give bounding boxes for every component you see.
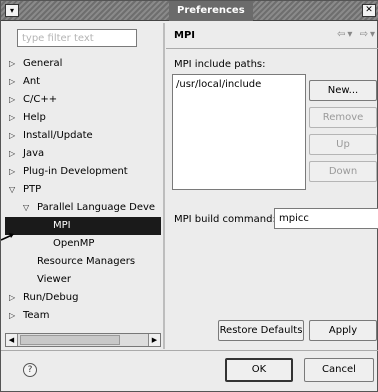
tree-item-team[interactable]: ▷ Team (9, 307, 49, 325)
tree-item-mpi[interactable]: MPI (5, 217, 161, 235)
expand-arrow-icon[interactable]: ▷ (9, 289, 23, 307)
tree-item-label: Resource Managers (37, 256, 136, 267)
page-title: MPI (174, 30, 196, 41)
pointer-arrow-icon (1, 233, 14, 241)
tree-item-label: General (23, 58, 63, 69)
tree-item-label: OpenMP (53, 238, 95, 249)
include-paths-label: MPI include paths: (174, 59, 266, 70)
page-header: MPI ⇦▾ ⇨▾ (166, 23, 378, 49)
window-title: Preferences (169, 1, 253, 21)
tree-item-label: Run/Debug (23, 292, 79, 303)
title-bar[interactable]: ▾ Preferences ✕ (1, 1, 378, 21)
footer-divider (1, 350, 378, 351)
preference-tree-panel: ▷General▷Ant▷C/C++▷Help▷Install/Update▷J… (5, 25, 161, 347)
help-icon[interactable]: ? (23, 363, 37, 377)
expand-arrow-icon[interactable]: ▷ (9, 307, 23, 325)
expand-arrow-icon[interactable]: ▷ (9, 91, 23, 109)
tree-item-label: C/C++ (23, 94, 58, 105)
preferences-window: ▾ Preferences ✕ ▷General▷Ant▷C/C++▷Help▷… (0, 0, 378, 392)
restore-defaults-button[interactable]: Restore Defaults (218, 320, 304, 341)
expand-arrow-icon[interactable]: ▷ (9, 73, 23, 91)
tree-item-label: Parallel Language Deve (37, 202, 156, 213)
tree-item-ant[interactable]: ▷ Ant (9, 73, 40, 91)
tree-item-label: Install/Update (23, 130, 93, 141)
expand-arrow-icon[interactable]: ▷ (9, 55, 23, 73)
tree-item-label: Java (23, 148, 45, 159)
build-command-label: MPI build command: (174, 214, 276, 225)
tree-item-parallel-language-deve[interactable]: ▽ Parallel Language Deve (23, 199, 155, 217)
expand-arrow-icon[interactable]: ▷ (9, 163, 23, 181)
apply-button[interactable]: Apply (309, 320, 377, 341)
tree-item-label: Team (23, 310, 50, 321)
remove-button[interactable]: Remove (309, 107, 377, 128)
tree-item-openmp[interactable]: OpenMP (39, 235, 94, 253)
back-forward-nav-icon[interactable]: ⇦▾ ⇨▾ (337, 29, 377, 40)
tree-item-ptp[interactable]: ▽ PTP (9, 181, 41, 199)
expand-arrow-icon[interactable]: ▷ (9, 145, 23, 163)
mpi-settings-page: MPI ⇦▾ ⇨▾ MPI include paths: /usr/local/… (166, 23, 378, 349)
tree-item-install-update[interactable]: ▷ Install/Update (9, 127, 93, 145)
ok-button[interactable]: OK (225, 358, 293, 382)
tree-item-label: Plug-in Development (23, 166, 128, 177)
new-button[interactable]: New... (309, 80, 377, 101)
tree-item-c-c[interactable]: ▷ C/C++ (9, 91, 57, 109)
include-paths-list[interactable]: /usr/local/include (172, 74, 306, 190)
build-command-input[interactable] (274, 208, 378, 229)
expand-arrow-icon[interactable]: ▷ (9, 109, 23, 127)
filter-input[interactable] (17, 29, 137, 47)
tree-item-label: MPI (53, 220, 71, 231)
tree-item-viewer[interactable]: Viewer (23, 271, 71, 289)
close-button[interactable]: ✕ (362, 4, 376, 17)
tree-item-general[interactable]: ▷ General (9, 55, 62, 73)
tree-item-label: Viewer (37, 274, 71, 285)
list-item[interactable]: /usr/local/include (176, 79, 302, 90)
down-button[interactable]: Down (309, 161, 377, 182)
tree-horizontal-scrollbar[interactable]: ◀ ▶ (5, 333, 161, 347)
tree-item-java[interactable]: ▷ Java (9, 145, 44, 163)
cancel-button[interactable]: Cancel (304, 358, 374, 382)
tree-item-label: Ant (23, 76, 41, 87)
scroll-left-arrow-icon[interactable]: ◀ (6, 334, 18, 346)
tree-item-label: PTP (23, 184, 42, 195)
panel-splitter[interactable] (163, 23, 165, 349)
tree-item-run-debug[interactable]: ▷ Run/Debug (9, 289, 78, 307)
collapse-arrow-icon[interactable]: ▽ (23, 199, 37, 217)
window-menu-button[interactable]: ▾ (5, 4, 19, 17)
scroll-thumb[interactable] (20, 335, 120, 345)
tree-item-help[interactable]: ▷ Help (9, 109, 46, 127)
tree-item-plug-in-development[interactable]: ▷ Plug-in Development (9, 163, 128, 181)
scroll-right-arrow-icon[interactable]: ▶ (148, 334, 160, 346)
tree-item-resource-managers[interactable]: Resource Managers (23, 253, 135, 271)
tree-item-label: Help (23, 112, 46, 123)
up-button[interactable]: Up (309, 134, 377, 155)
collapse-arrow-icon[interactable]: ▽ (9, 181, 23, 199)
expand-arrow-icon[interactable]: ▷ (9, 127, 23, 145)
